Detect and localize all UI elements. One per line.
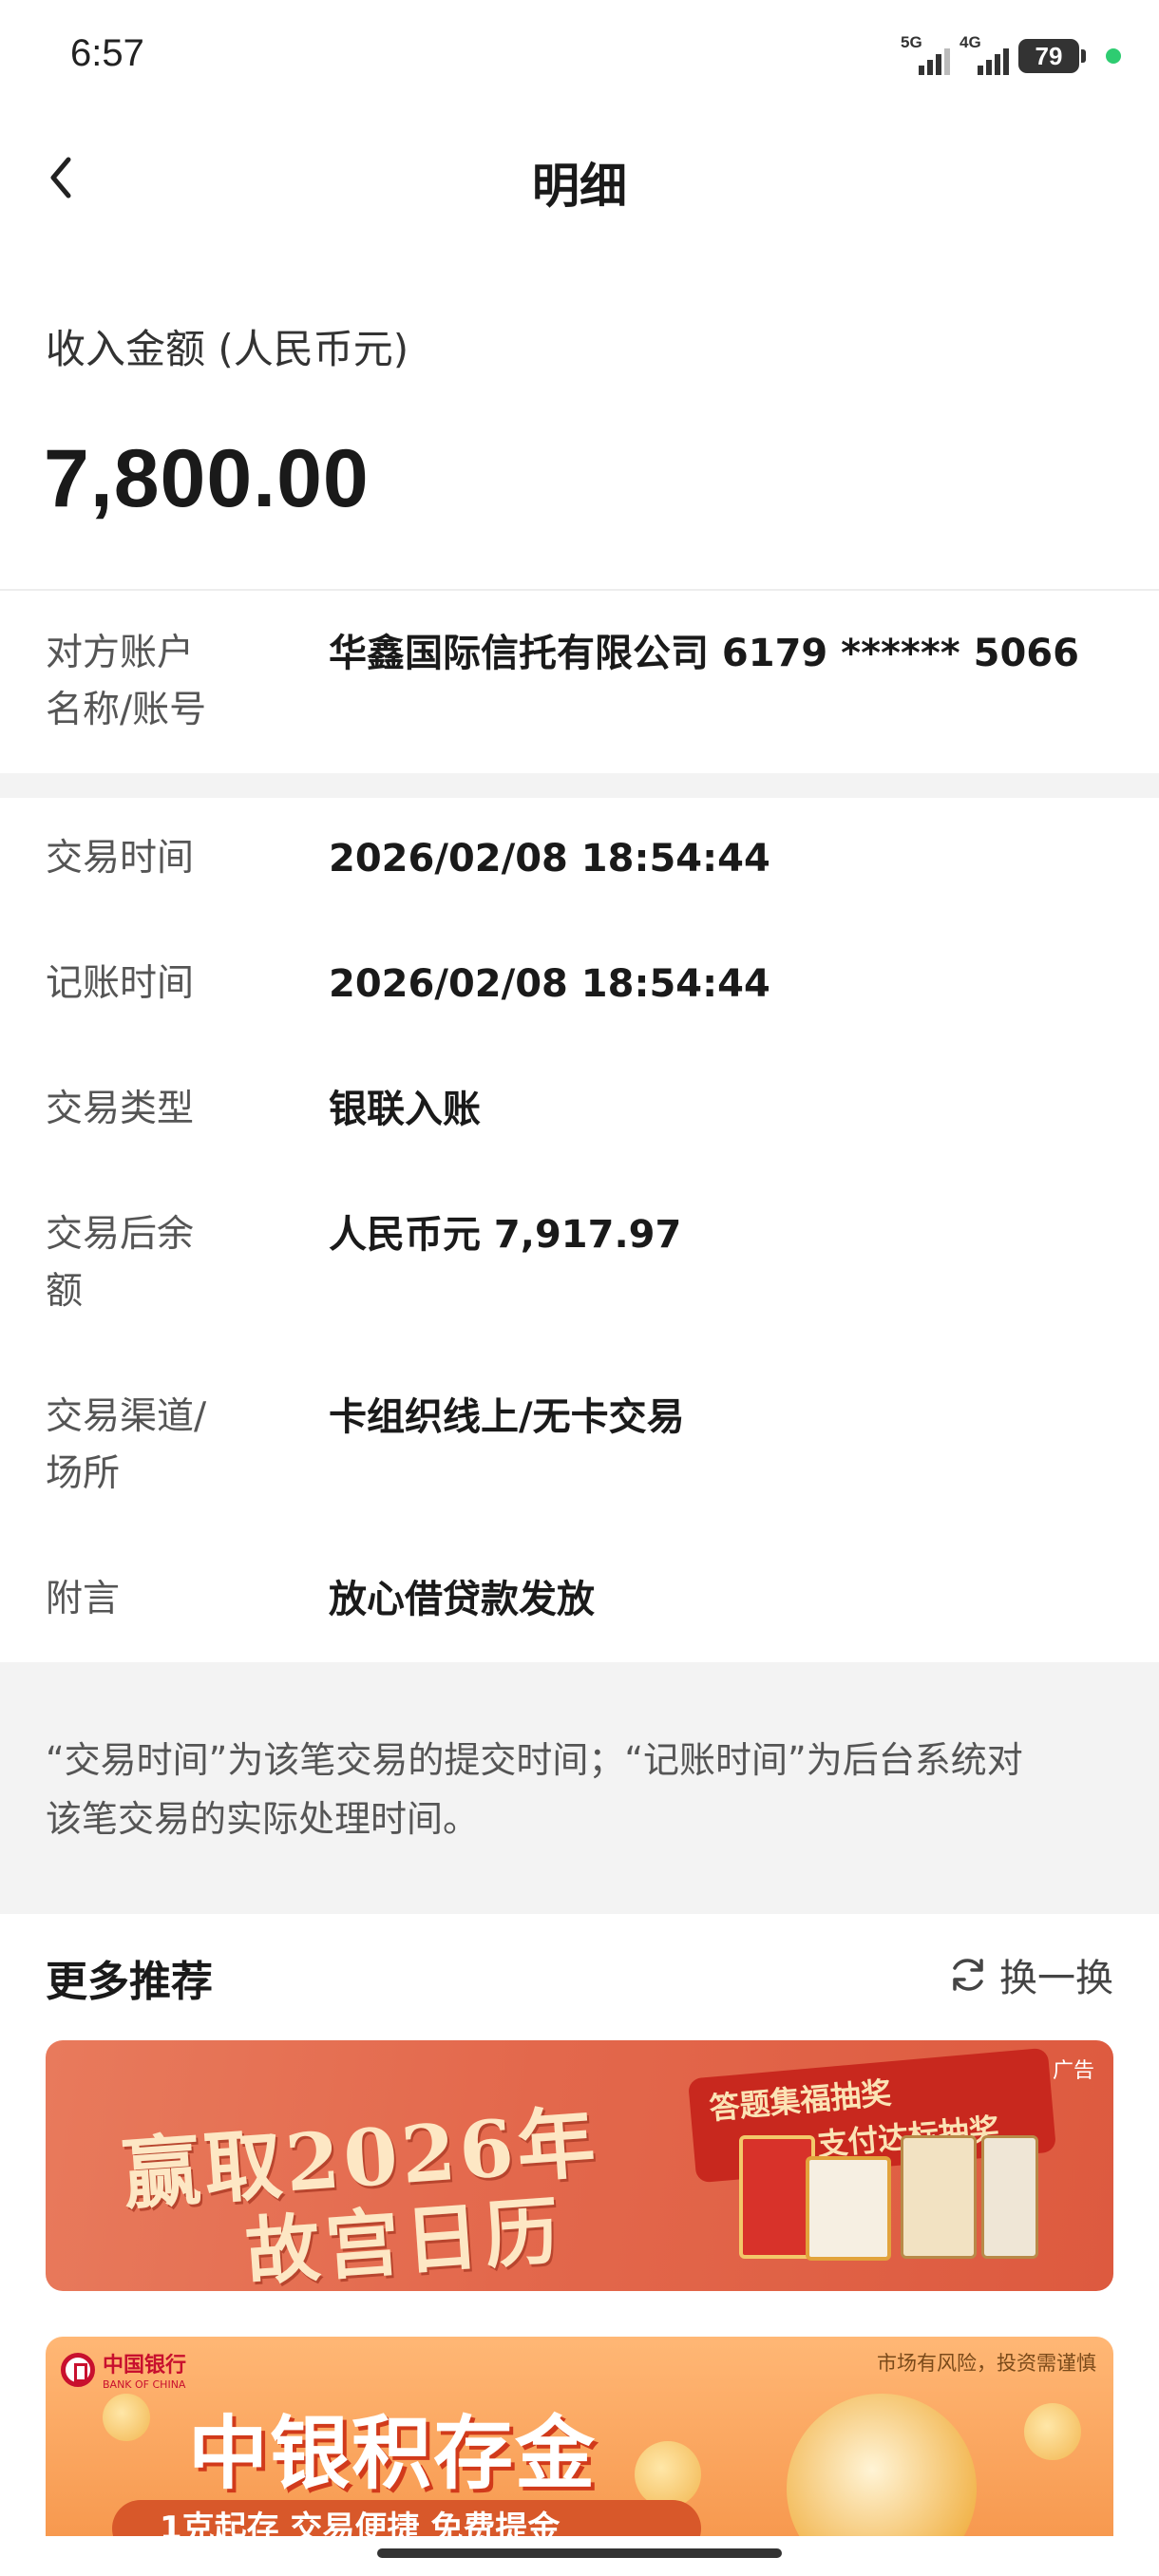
signal-4g-icon: 4G	[960, 33, 1009, 77]
counterparty-label: 对方账户 名称/账号	[46, 625, 264, 739]
boc-logo-en: BANK OF CHINA	[103, 2378, 186, 2391]
note-text: “交易时间”为该笔交易的提交时间；“记账时间”为后台系统对 该笔交易的实际处理时…	[46, 1731, 1119, 1848]
amount-value: 7,800.00	[44, 433, 370, 524]
refresh-icon	[953, 1959, 983, 1991]
boc-logo: 中国银行 BANK OF CHINA	[61, 2348, 186, 2391]
nav-bar: 明细	[0, 123, 1159, 228]
detail-label-memo: 附言	[46, 1578, 121, 1620]
ad-banner-gold-savings[interactable]: 中国银行 BANK OF CHINA 市场有风险，投资需谨慎 中银积存金 1克起…	[46, 2337, 1113, 2536]
detail-value-trade-type: 银联入账	[329, 1088, 481, 1131]
coin-decoration	[103, 2394, 150, 2441]
home-indicator[interactable]	[377, 2548, 782, 2558]
divider	[0, 589, 1159, 591]
detail-value-trade-time: 2026/02/08 18:54:44	[329, 837, 770, 881]
detail-label-trade-type: 交易类型	[46, 1088, 195, 1130]
page-title: 明细	[532, 159, 627, 214]
detail-value-channel: 卡组织线上/无卡交易	[329, 1395, 685, 1439]
note-line2: 该笔交易的实际处理时间。	[46, 1798, 480, 1840]
privacy-indicator-dot	[1106, 48, 1121, 64]
counterparty-label-line1: 对方账户	[46, 632, 195, 674]
calendar-image	[806, 2156, 891, 2261]
detail-label-balance: 交易后余 额	[46, 1206, 264, 1320]
more-recommend-title: 更多推荐	[46, 1958, 213, 2006]
detail-label-balance-line1: 交易后余	[46, 1213, 195, 1256]
boc-logo-icon	[61, 2352, 95, 2387]
boc-logo-cn: 中国银行	[103, 2354, 187, 2377]
calendar-image	[981, 2135, 1038, 2259]
banner1-title-line2: 故宫日历	[242, 2188, 568, 2291]
counterparty-label-line2: 名称/账号	[46, 689, 207, 731]
detail-label-booking-time: 记账时间	[46, 962, 195, 1005]
status-bar: 6:57 5G 4G 79	[0, 0, 1159, 114]
battery-icon: 79	[1018, 39, 1086, 73]
coin-decoration	[1024, 2403, 1081, 2460]
refresh-label: 换一换	[999, 1957, 1113, 2000]
detail-label-channel-line1: 交易渠道/	[46, 1395, 207, 1438]
ad-tag: 广告	[1052, 2059, 1094, 2083]
counterparty-value: 华鑫国际信托有限公司 6179 ****** 5066	[329, 632, 1079, 675]
signal-5g-icon: 5G	[901, 33, 950, 77]
refresh-button[interactable]: 换一换	[946, 1947, 1113, 2002]
risk-disclaimer: 市场有风险，投资需谨慎	[877, 2352, 1096, 2375]
detail-label-channel-line2: 场所	[46, 1452, 121, 1495]
detail-label-balance-line2: 额	[46, 1270, 84, 1313]
coin-decoration	[635, 2441, 701, 2508]
detail-value-booking-time: 2026/02/08 18:54:44	[329, 962, 770, 1006]
banner2-slogan: 1克起存 交易便捷 免费提金	[112, 2500, 701, 2536]
banner2-title: 中银积存金	[188, 2407, 598, 2500]
detail-label-trade-time: 交易时间	[46, 837, 195, 880]
calendar-image	[739, 2135, 815, 2259]
note-line1: “交易时间”为该笔交易的提交时间；“记账时间”为后台系统对	[46, 1739, 1023, 1781]
status-icons: 5G 4G 79	[901, 32, 1121, 80]
ad-banner-palace-calendar[interactable]: 广告 赢取2026年 故宫日历 答题集福抽奖 支付达标抽奖	[46, 2040, 1113, 2291]
hourglass-image	[787, 2394, 977, 2536]
detail-label-channel: 交易渠道/ 场所	[46, 1389, 264, 1503]
amount-label: 收入金额 (人民币元)	[46, 326, 409, 372]
calendar-image	[901, 2135, 977, 2259]
status-time: 6:57	[70, 32, 144, 74]
section-gap	[0, 773, 1159, 798]
detail-value-memo: 放心借贷款发放	[329, 1578, 595, 1621]
detail-value-balance: 人民币元 7,917.97	[329, 1213, 682, 1257]
